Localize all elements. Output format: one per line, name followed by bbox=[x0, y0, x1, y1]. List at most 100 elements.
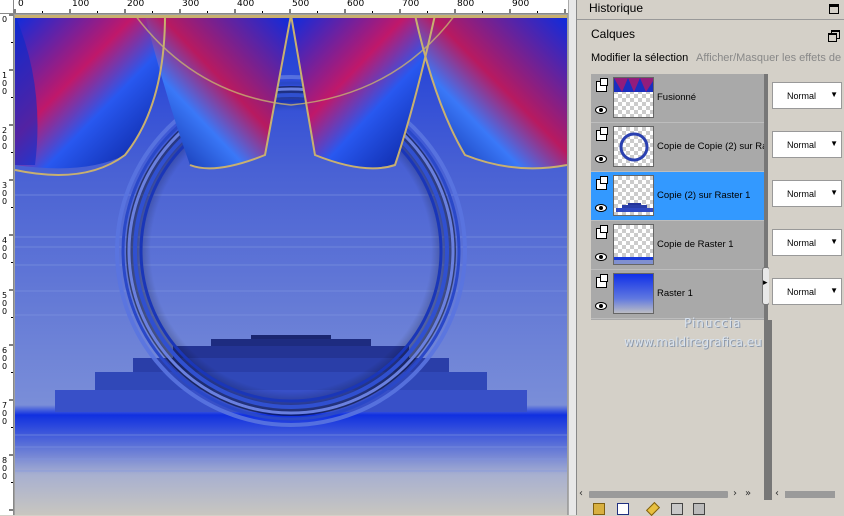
layer-icons bbox=[593, 274, 609, 315]
ruler-top-label: 100 bbox=[72, 0, 90, 9]
ruler-left-label: 8 0 0 bbox=[2, 456, 8, 481]
ruler-left-label: 5 0 0 bbox=[2, 291, 8, 316]
layer-name: Copie de Copie (2) sur Ra bbox=[657, 141, 768, 152]
layer-icons bbox=[593, 225, 609, 266]
ruler-top-label: 200 bbox=[127, 0, 145, 9]
brush-icon[interactable] bbox=[645, 501, 661, 516]
blend-mode-value: Normal bbox=[787, 189, 817, 199]
panel-divider[interactable] bbox=[768, 320, 772, 500]
layer-thumbnail bbox=[613, 126, 654, 167]
watermark-name: Pinuccia bbox=[684, 316, 742, 330]
layer-icons bbox=[593, 176, 609, 217]
chevron-down-icon: ▼ bbox=[830, 139, 838, 148]
layer-link-icon[interactable] bbox=[596, 225, 608, 239]
layer-icons bbox=[593, 127, 609, 168]
layer-thumbnail bbox=[613, 175, 654, 216]
layer-row-raster-1[interactable]: Raster 1 bbox=[591, 270, 766, 319]
blend-mode-select[interactable]: Normal ▼ bbox=[772, 180, 842, 207]
scroll-left-icon[interactable]: ‹ bbox=[775, 488, 779, 499]
ruler-top-label: 0 bbox=[18, 0, 24, 9]
layer-thumbnail bbox=[613, 77, 654, 118]
layer-thumbnail bbox=[613, 273, 654, 314]
layers-toolbar bbox=[589, 501, 844, 516]
layer-icons bbox=[593, 78, 609, 119]
historique-title: Historique bbox=[589, 1, 644, 15]
mask-icon[interactable] bbox=[671, 503, 683, 515]
eye-icon[interactable] bbox=[595, 204, 607, 212]
ruler-top-label: 800 bbox=[457, 0, 475, 9]
ruler-top-label: 600 bbox=[347, 0, 365, 9]
ruler-top-label: 900 bbox=[512, 0, 530, 9]
trash-icon[interactable] bbox=[693, 503, 705, 515]
layer-link-icon[interactable] bbox=[596, 274, 608, 288]
blend-mode-column: Normal ▼ Normal ▼ Normal ▼ Normal ▼ Norm… bbox=[769, 74, 844, 320]
scroll-thumb[interactable] bbox=[589, 491, 728, 498]
calques-header[interactable]: Calques bbox=[583, 24, 844, 46]
blend-mode-select[interactable]: Normal ▼ bbox=[772, 229, 842, 256]
layer-row-copie-raster-1[interactable]: Copie de Raster 1 bbox=[591, 221, 766, 270]
layer-name: Copie (2) sur Raster 1 bbox=[657, 190, 751, 201]
calques-title: Calques bbox=[591, 27, 636, 41]
layer-thumbnail bbox=[613, 224, 654, 265]
layers-panel: Historique Calques Modifier la sélection… bbox=[576, 0, 844, 516]
eye-icon[interactable] bbox=[595, 253, 607, 261]
canvas-vertical-scrollbar[interactable] bbox=[568, 0, 576, 515]
tab-modify-selection[interactable]: Modifier la sélection bbox=[591, 52, 688, 64]
blend-mode-select[interactable]: Normal ▼ bbox=[772, 131, 842, 158]
ruler-top: 0 100 200 300 400 500 600 700 800 900 bbox=[14, 0, 568, 14]
canvas-area: 0 100 200 300 400 500 600 700 800 900 0 bbox=[0, 0, 576, 515]
tab-show-hide-effects[interactable]: Afficher/Masquer les effets de bbox=[696, 52, 841, 64]
ruler-left-label: 6 0 0 bbox=[2, 346, 8, 371]
blend-mode-value: Normal bbox=[787, 238, 817, 248]
layer-row-copie-copie-2[interactable]: Copie de Copie (2) sur Ra bbox=[591, 123, 768, 172]
layer-name: Copie de Raster 1 bbox=[657, 239, 734, 250]
chevron-down-icon: ▼ bbox=[830, 286, 838, 295]
ruler-left-label: 2 0 0 bbox=[2, 126, 8, 151]
layers-list: Fusionné Copie de Copie (2) sur Ra Copie… bbox=[591, 74, 768, 320]
watermark-url: www.maldiregrafica.eu bbox=[624, 335, 762, 349]
eye-icon[interactable] bbox=[595, 155, 607, 163]
artwork-image bbox=[15, 15, 567, 515]
blend-mode-select[interactable]: Normal ▼ bbox=[772, 278, 842, 305]
layer-link-icon[interactable] bbox=[596, 127, 608, 141]
ruler-left: 0 1 0 0 2 0 0 3 0 0 4 0 0 5 0 0 6 0 0 7 … bbox=[0, 14, 14, 515]
scroll-thumb[interactable] bbox=[785, 491, 835, 498]
ruler-left-label: 7 0 0 bbox=[2, 401, 8, 426]
ruler-left-label: 4 0 0 bbox=[2, 236, 8, 261]
historique-header[interactable]: Historique bbox=[577, 0, 844, 20]
ruler-corner bbox=[0, 0, 14, 14]
scroll-right-icon[interactable]: › bbox=[733, 488, 737, 499]
ruler-top-label: 300 bbox=[182, 0, 200, 9]
layer-row-copie-2-raster-1[interactable]: Copie (2) sur Raster 1 bbox=[591, 172, 766, 221]
blend-mode-select[interactable]: Normal ▼ bbox=[772, 82, 842, 109]
blend-mode-value: Normal bbox=[787, 140, 817, 150]
layer-link-icon[interactable] bbox=[596, 78, 608, 92]
layers-horizontal-scrollbar[interactable]: ‹ › » bbox=[577, 488, 764, 500]
maximize-icon[interactable] bbox=[829, 4, 839, 14]
ruler-left-label: 0 bbox=[2, 15, 8, 24]
eye-icon[interactable] bbox=[595, 106, 607, 114]
ruler-top-label: 700 bbox=[402, 0, 420, 9]
blend-horizontal-scrollbar[interactable]: ‹ bbox=[773, 488, 844, 500]
chevron-down-icon: ▼ bbox=[830, 188, 838, 197]
blend-mode-value: Normal bbox=[787, 287, 817, 297]
layer-name: Raster 1 bbox=[657, 288, 693, 299]
blend-mode-value: Normal bbox=[787, 91, 817, 101]
eye-icon[interactable] bbox=[595, 302, 607, 310]
layer-name: Fusionné bbox=[657, 92, 697, 103]
restore-window-icon[interactable] bbox=[828, 30, 840, 42]
scroll-left-icon[interactable]: ‹ bbox=[579, 488, 583, 499]
chevron-down-icon: ▼ bbox=[830, 237, 838, 246]
chevron-down-icon: ▼ bbox=[830, 90, 838, 99]
layers-tabbar: Modifier la sélection Afficher/Masquer l… bbox=[589, 50, 844, 68]
new-layer-icon[interactable] bbox=[617, 503, 629, 515]
layer-row-fusionne[interactable]: Fusionné bbox=[591, 74, 766, 123]
ruler-left-label: 1 0 0 bbox=[2, 71, 8, 96]
ruler-top-label: 500 bbox=[292, 0, 310, 9]
document-canvas[interactable] bbox=[15, 15, 567, 515]
new-group-icon[interactable] bbox=[593, 503, 605, 515]
ruler-top-label: 400 bbox=[237, 0, 255, 9]
layer-link-icon[interactable] bbox=[596, 176, 608, 190]
ruler-left-label: 3 0 0 bbox=[2, 181, 8, 206]
scroll-end-icon[interactable]: » bbox=[745, 488, 751, 499]
